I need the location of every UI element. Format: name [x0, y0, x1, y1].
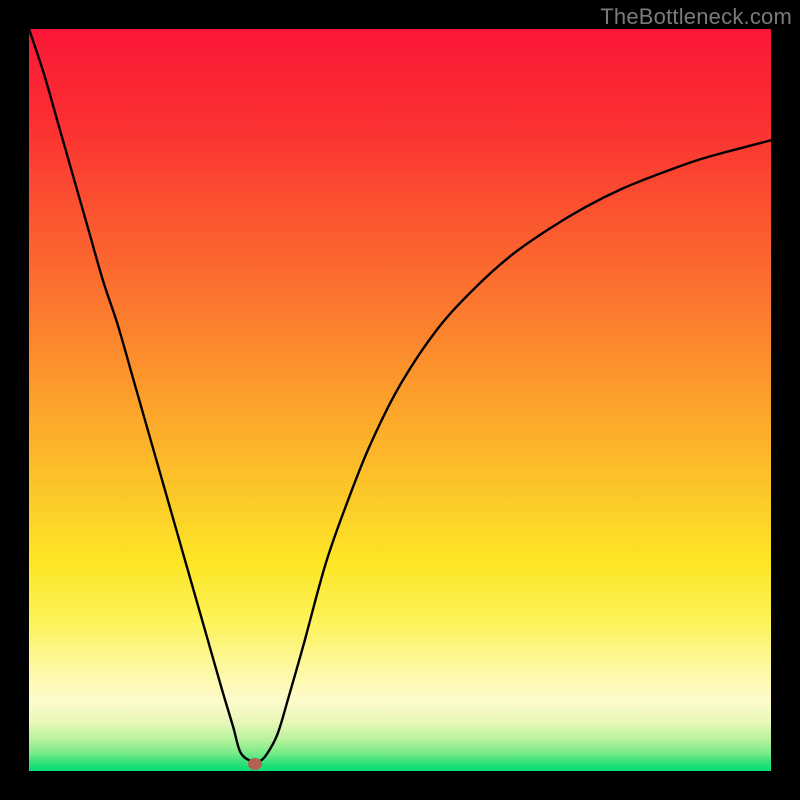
outer-frame: TheBottleneck.com: [0, 0, 800, 800]
curve-layer: [29, 29, 771, 771]
watermark-text: TheBottleneck.com: [600, 4, 792, 30]
plot-area: [29, 29, 771, 771]
optimum-marker: [248, 758, 262, 770]
bottleneck-curve: [29, 29, 771, 762]
